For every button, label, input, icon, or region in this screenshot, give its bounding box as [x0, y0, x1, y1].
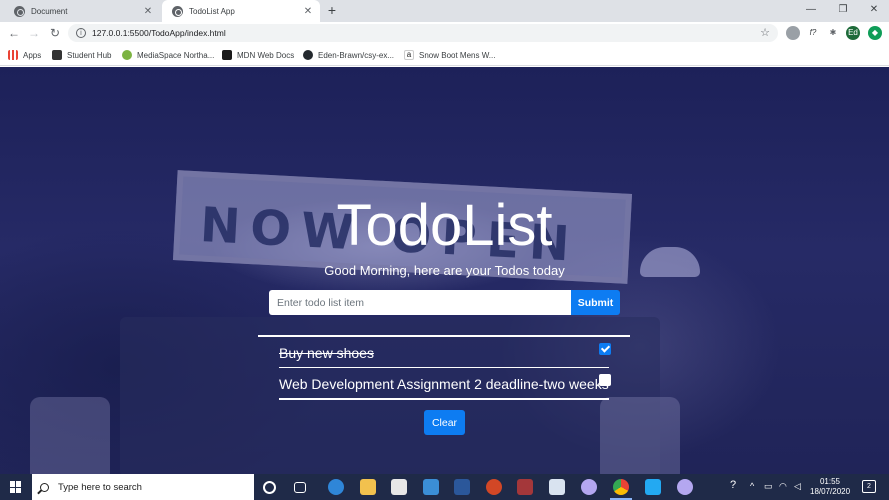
bookmark-star-icon[interactable]: ☆ [760, 26, 770, 39]
forward-button[interactable]: → [26, 25, 42, 41]
chrome-icon[interactable] [613, 479, 629, 495]
todo-input[interactable] [269, 290, 571, 315]
reload-button[interactable]: ↻ [47, 25, 63, 41]
bookmark-label: Snow Boot Mens W... [419, 50, 496, 60]
bookmark-mediaspace[interactable]: MediaSpace Northa... [122, 48, 214, 62]
todo-text: Web Development Assignment 2 deadline-tw… [279, 376, 609, 392]
amazon-icon: a [404, 50, 414, 60]
todo-checkbox-checked[interactable] [599, 343, 611, 355]
bookmarks-bar: Apps Student Hub MediaSpace Northa... MD… [0, 44, 889, 66]
bookmark-apps[interactable]: Apps [8, 48, 41, 62]
clear-button[interactable]: Clear [424, 410, 465, 435]
apps-grid-icon [8, 50, 18, 60]
mail-icon[interactable] [423, 479, 439, 495]
task-view-icon[interactable] [294, 482, 306, 493]
access-icon[interactable] [517, 479, 533, 495]
todo-item: Buy new shoes [279, 337, 611, 367]
help-icon[interactable]: ? [730, 479, 736, 491]
browser-toolbar: ← → ↻ i 127.0.0.1:5500/TodoApp/index.htm… [0, 22, 889, 44]
todo-list: Buy new shoes Web Development Assignment… [258, 335, 630, 400]
todo-checkbox[interactable] [599, 374, 611, 386]
vscode-icon[interactable] [645, 479, 661, 495]
maximize-button[interactable]: ❐ [828, 2, 858, 18]
back-button[interactable]: ← [6, 25, 22, 41]
url-text: 127.0.0.1:5500/TodoApp/index.html [92, 28, 226, 38]
teams-icon[interactable] [581, 479, 597, 495]
volume-icon[interactable]: ◁ [794, 481, 801, 492]
bookmark-amazon[interactable]: a Snow Boot Mens W... [404, 48, 495, 62]
bookmark-label: Student Hub [67, 50, 112, 60]
system-clock[interactable]: 01:55 18/07/2020 [810, 477, 850, 497]
page-subtitle: Good Morning, here are your Todos today [324, 263, 565, 278]
formula-extension-icon[interactable]: f? [806, 26, 820, 40]
tab-document[interactable]: Document ✕ [4, 0, 160, 22]
windows-logo-icon [10, 481, 22, 493]
search-placeholder: Type here to search [58, 481, 142, 493]
bookmark-mdn[interactable]: MDN Web Docs [222, 48, 294, 62]
file-explorer-icon[interactable] [360, 479, 376, 495]
bookmark-student-hub[interactable]: Student Hub [52, 48, 111, 62]
clock-time: 01:55 [819, 477, 841, 486]
address-bar[interactable]: i 127.0.0.1:5500/TodoApp/index.html ☆ [68, 24, 778, 42]
bookmark-label: Eden-Brawn/csy-ex... [318, 50, 395, 60]
new-tab-button[interactable]: + [324, 2, 340, 18]
windows-taskbar: Type here to search ? ^ ▭ ◠ ◁ 01:55 18/0… [0, 474, 889, 500]
page-title: TodoList [336, 193, 553, 258]
todo-app-page: NOW OPEN TodoList Good Morning, here are… [0, 67, 889, 474]
student-hub-icon [52, 50, 62, 60]
app-icon[interactable] [549, 479, 565, 495]
minimize-button[interactable]: — [796, 2, 826, 18]
puzzle-icon[interactable]: ✱ [826, 26, 840, 40]
network-icon[interactable]: ▭ [764, 481, 773, 492]
bookmark-label: MediaSpace Northa... [137, 50, 215, 60]
start-button[interactable] [0, 474, 32, 500]
background-jar [600, 397, 680, 474]
edge-icon[interactable] [328, 479, 344, 495]
bookmark-github[interactable]: Eden-Brawn/csy-ex... [303, 48, 394, 62]
cortana-icon[interactable] [263, 481, 276, 494]
tab-title: Document [31, 6, 68, 16]
tab-todolist-app[interactable]: TodoList App ✕ [162, 0, 320, 22]
mdn-icon [222, 50, 232, 60]
globe-icon [14, 5, 25, 17]
menu-icon[interactable]: ◆ [868, 26, 882, 40]
search-icon [40, 482, 49, 492]
bookmark-label: MDN Web Docs [237, 50, 295, 60]
bookmark-label: Apps [23, 50, 42, 60]
app-icon-2[interactable] [677, 479, 693, 495]
background-jar [30, 397, 110, 474]
chevron-up-icon[interactable]: ^ [750, 481, 754, 491]
site-info-icon[interactable]: i [76, 28, 86, 38]
close-window-button[interactable]: ✕ [859, 2, 889, 18]
profile-avatar[interactable]: Ed [846, 26, 860, 40]
globe-icon [172, 5, 183, 17]
store-icon[interactable] [391, 479, 407, 495]
tab-close-icon[interactable]: ✕ [142, 6, 154, 17]
todo-item: Web Development Assignment 2 deadline-tw… [279, 368, 611, 398]
clock-date: 18/07/2020 [810, 487, 851, 496]
tab-title: TodoList App [189, 6, 235, 16]
powerpoint-icon[interactable] [486, 479, 502, 495]
browser-tab-strip: Document ✕ TodoList App ✕ + — ❐ ✕ [0, 0, 889, 22]
submit-button[interactable]: Submit [571, 290, 620, 315]
extension-icon[interactable] [786, 26, 800, 40]
word-icon[interactable] [454, 479, 470, 495]
github-icon [303, 50, 313, 60]
tab-close-icon[interactable]: ✕ [302, 6, 314, 17]
notification-center-icon[interactable]: 2 [862, 480, 876, 493]
mediaspace-icon [122, 50, 132, 60]
divider [279, 398, 609, 400]
taskbar-search[interactable]: Type here to search [32, 474, 254, 500]
wifi-icon[interactable]: ◠ [779, 481, 787, 492]
todo-text: Buy new shoes [279, 345, 374, 361]
